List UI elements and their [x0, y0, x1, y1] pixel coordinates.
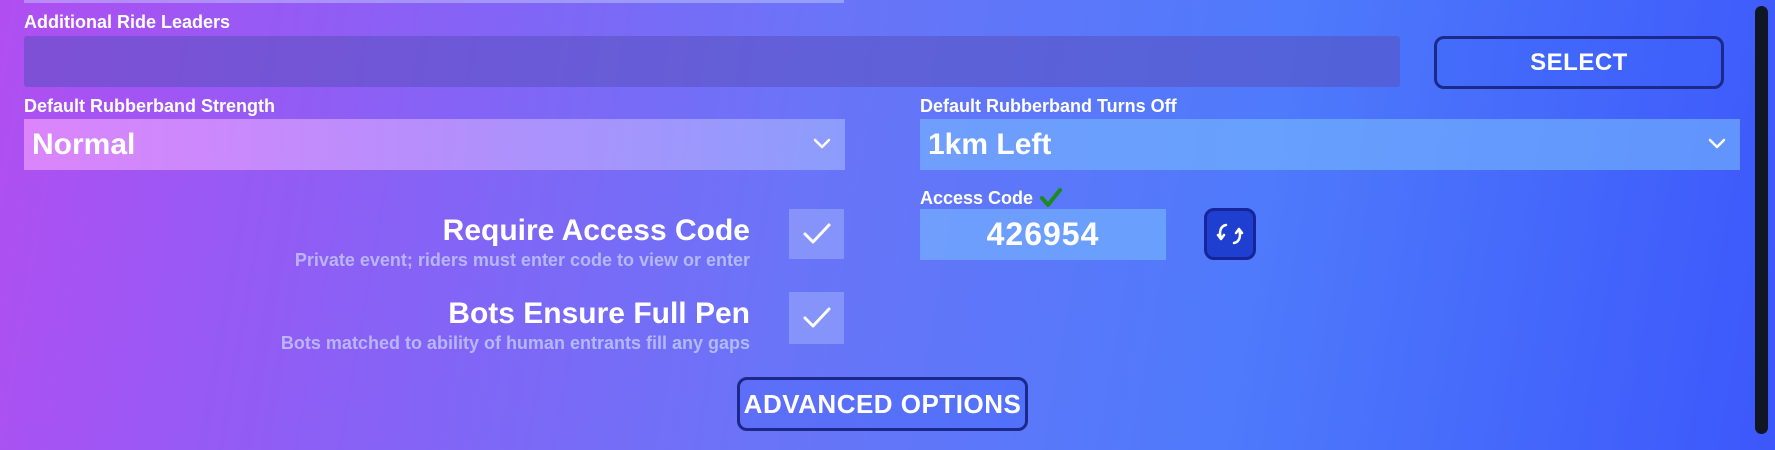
rubberband-off-label: Default Rubberband Turns Off — [920, 96, 1177, 116]
bots-full-pen-title: Bots Ensure Full Pen — [448, 297, 750, 330]
advanced-options-button[interactable]: ADVANCED OPTIONS — [737, 377, 1028, 431]
rubberband-strength-label: Default Rubberband Strength — [24, 96, 275, 116]
rubberband-strength-value: Normal — [32, 127, 136, 161]
check-icon — [803, 307, 830, 328]
previous-field[interactable] — [24, 0, 844, 3]
refresh-code-button[interactable] — [1204, 208, 1256, 260]
rubberband-strength-dropdown[interactable]: Normal — [24, 119, 845, 170]
access-code-value: 426954 — [986, 216, 1100, 252]
chevron-down-icon — [813, 138, 831, 149]
select-ride-leaders-button[interactable]: SELECT — [1434, 36, 1724, 89]
access-code-label-text: Access Code — [920, 187, 1034, 208]
check-icon — [1040, 188, 1063, 207]
access-code-input[interactable]: 426954 — [920, 209, 1166, 260]
require-access-code-title: Require Access Code — [442, 214, 750, 247]
check-icon — [803, 223, 830, 244]
access-code-label: Access Code — [920, 187, 1063, 209]
require-access-code-description: Private event; riders must enter code to… — [294, 250, 750, 270]
scrollbar[interactable] — [1755, 6, 1768, 434]
ride-leaders-label: Additional Ride Leaders — [24, 12, 231, 32]
ride-leaders-field[interactable] — [24, 36, 1400, 87]
select-button-label: SELECT — [1530, 48, 1628, 76]
rubberband-off-value: 1km Left — [928, 127, 1052, 161]
bots-full-pen-checkbox[interactable] — [789, 292, 844, 344]
bots-full-pen-description: Bots matched to ability of human entrant… — [280, 333, 750, 353]
rubberband-off-dropdown[interactable]: 1km Left — [920, 119, 1740, 170]
refresh-icon — [1216, 223, 1244, 245]
chevron-down-icon — [1708, 138, 1726, 149]
advanced-options-label: ADVANCED OPTIONS — [743, 388, 1022, 419]
require-access-code-checkbox[interactable] — [789, 209, 844, 259]
